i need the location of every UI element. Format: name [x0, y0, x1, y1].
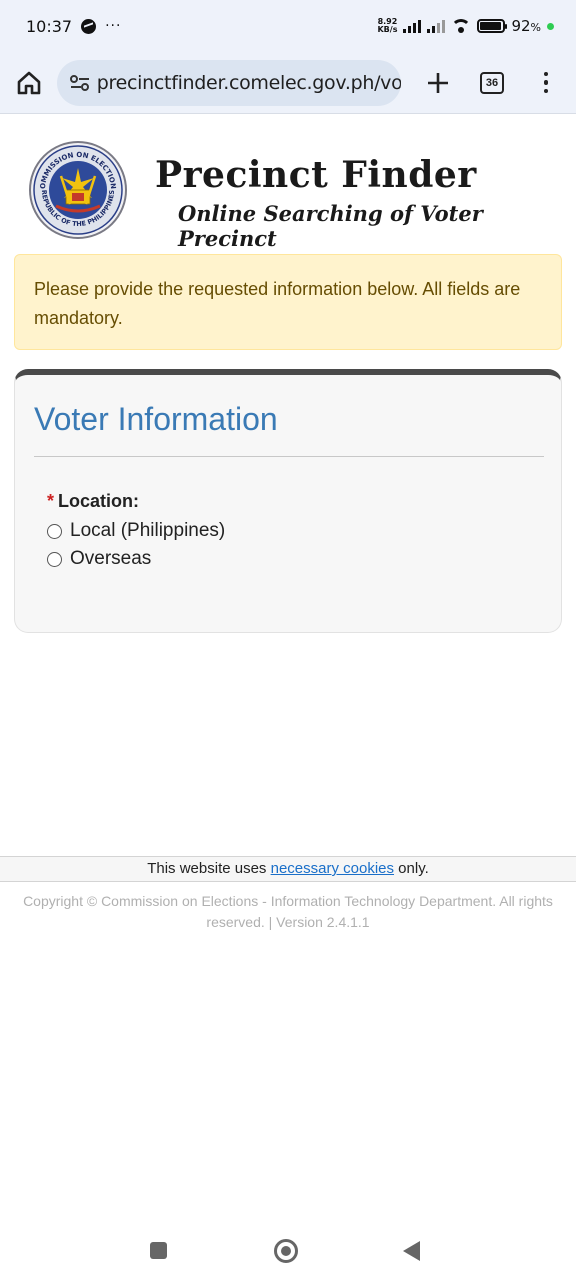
- page-title: Precinct Finder: [155, 154, 477, 196]
- battery-percent: 92%: [511, 17, 541, 35]
- site-settings-button[interactable]: [63, 74, 97, 92]
- radio-local[interactable]: [47, 523, 62, 539]
- divider: [34, 456, 544, 457]
- plus-icon: [428, 72, 448, 93]
- card-title: Voter Information: [34, 401, 278, 437]
- required-mark: *: [47, 491, 55, 511]
- tune-icon: [69, 74, 89, 91]
- battery-percent-value: 92: [511, 17, 531, 35]
- location-label: * Location:: [47, 491, 139, 512]
- cookie-notice: This website uses necessary cookies only…: [0, 856, 576, 882]
- browser-menu-button[interactable]: [519, 55, 573, 111]
- signal-2-icon: [427, 19, 446, 33]
- tab-count: 36: [480, 71, 504, 94]
- home-nav-button[interactable]: [274, 1239, 298, 1263]
- info-alert: Please provide the requested information…: [14, 254, 562, 350]
- battery-percent-unit: %: [530, 21, 541, 34]
- wifi-icon: [451, 19, 472, 33]
- network-speed: 8.92 KB/s: [377, 18, 397, 34]
- radio-local-label[interactable]: Local (Philippines): [70, 520, 225, 542]
- browser-toolbar: precinctfinder.comelec.gov.ph/vote 36: [0, 52, 576, 114]
- messenger-icon: [81, 18, 97, 34]
- new-tab-button[interactable]: [411, 55, 465, 111]
- clock: 10:37: [26, 16, 73, 36]
- necessary-cookies-link[interactable]: necessary cookies: [271, 860, 394, 877]
- back-button[interactable]: [403, 1241, 420, 1261]
- site-header: COMMISSION ON ELECTIONS REPUBLIC OF THE …: [0, 114, 576, 251]
- network-speed-unit: KB/s: [377, 25, 398, 34]
- page-subtitle: Online Searching of Voter Precinct: [178, 201, 483, 251]
- url-text[interactable]: precinctfinder.comelec.gov.ph/vote: [97, 72, 401, 94]
- comelec-seal-logo: COMMISSION ON ELECTIONS REPUBLIC OF THE …: [28, 140, 127, 239]
- home-button[interactable]: [1, 55, 57, 111]
- tab-switcher-button[interactable]: 36: [465, 55, 519, 111]
- signal-icon: [403, 19, 422, 33]
- radio-overseas[interactable]: [47, 551, 62, 567]
- status-left: 10:37 ···: [26, 17, 121, 36]
- cookie-notice-suffix: only.: [394, 860, 429, 877]
- radio-overseas-label[interactable]: Overseas: [70, 548, 151, 570]
- location-option-local[interactable]: Local (Philippines): [47, 520, 225, 542]
- home-icon: [17, 71, 41, 94]
- footer-copyright: Copyright © Commission on Elections - In…: [23, 893, 553, 930]
- recents-button[interactable]: [150, 1242, 167, 1259]
- system-nav-bar: [0, 1220, 576, 1280]
- cookie-notice-prefix: This website uses: [147, 860, 271, 877]
- address-bar[interactable]: precinctfinder.comelec.gov.ph/vote: [57, 59, 401, 106]
- privacy-indicator-icon: [547, 22, 554, 30]
- location-option-overseas[interactable]: Overseas: [47, 548, 151, 570]
- battery-fill: [480, 22, 501, 30]
- voter-information-card: Voter Information * Location: Local (Phil…: [14, 369, 562, 633]
- battery-icon: [477, 19, 508, 33]
- location-label-text: Location:: [58, 491, 140, 511]
- status-bar: 10:37 ··· 8.92 KB/s 92%: [0, 0, 576, 52]
- more-vert-icon: [543, 71, 549, 94]
- status-right: 8.92 KB/s 92%: [377, 17, 554, 35]
- more-notifications-icon: ···: [105, 18, 122, 34]
